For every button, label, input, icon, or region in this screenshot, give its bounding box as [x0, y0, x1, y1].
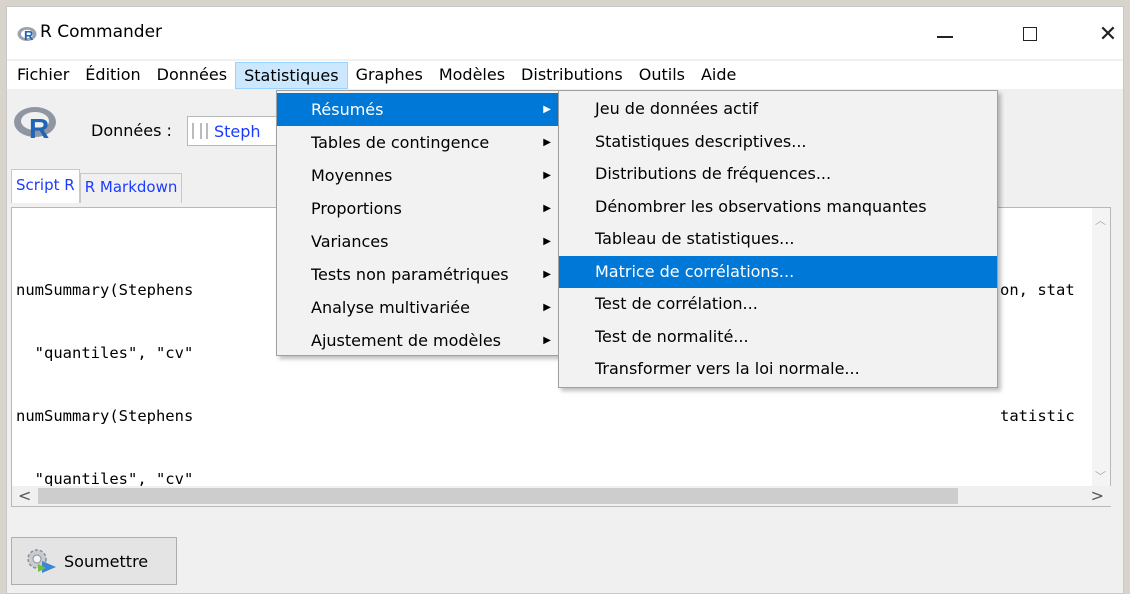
menu-item-label: Analyse multivariée — [311, 298, 470, 317]
menu-item-tests-non-parametriques[interactable]: Tests non paramétriques ▶ — [277, 258, 559, 291]
minimize-button[interactable] — [922, 17, 968, 51]
statistiques-menu: Résumés ▶ Tables de contingence ▶ Moyenn… — [276, 90, 560, 356]
submenu-arrow-icon: ▶ — [543, 170, 551, 181]
tab-r-markdown[interactable]: R Markdown — [79, 173, 183, 203]
close-icon: ✕ — [1098, 21, 1118, 47]
menu-outils[interactable]: Outils — [631, 62, 693, 89]
horizontal-scrollbar[interactable]: < > — [12, 486, 1112, 506]
tab-script-r[interactable]: Script R — [11, 169, 80, 203]
menu-item-label: Résumés — [311, 100, 384, 119]
menu-item-tableau-de-statistiques[interactable]: Tableau de statistiques... — [559, 223, 997, 256]
menu-item-ajustement-de-modeles[interactable]: Ajustement de modèles ▶ — [277, 324, 559, 357]
r-app-icon: R — [17, 27, 37, 42]
submenu-arrow-icon: ▶ — [543, 104, 551, 115]
menu-item-analyse-multivariee[interactable]: Analyse multivariée ▶ — [277, 291, 559, 324]
menu-fichier[interactable]: Fichier — [9, 62, 77, 89]
menu-item-label: Proportions — [311, 199, 402, 218]
vertical-scrollbar[interactable]: ︿ ﹀ — [1092, 208, 1110, 488]
submenu-arrow-icon: ▶ — [543, 203, 551, 214]
submit-label: Soumettre — [64, 551, 149, 571]
menu-item-jeu-de-donnees-actif[interactable]: Jeu de données actif — [559, 93, 997, 126]
code-line: "quantiles", "cv" — [16, 344, 194, 362]
scroll-up-icon[interactable]: ︿ — [1095, 212, 1106, 228]
code-line: tatistic — [1000, 407, 1075, 425]
menu-bar: Fichier Édition Données Statistiques Gra… — [7, 61, 1123, 89]
menu-item-denombrer-observations-manquantes[interactable]: Dénombrer les observations manquantes — [559, 191, 997, 224]
scroll-left-icon[interactable]: < — [18, 486, 31, 505]
submit-button[interactable]: Soumettre — [11, 537, 177, 585]
submenu-arrow-icon: ▶ — [543, 236, 551, 247]
menu-modeles[interactable]: Modèles — [431, 62, 513, 89]
scroll-down-icon[interactable]: ﹀ — [1095, 468, 1106, 484]
table-icon — [192, 123, 208, 139]
dataset-value: Steph — [214, 121, 261, 141]
code-line: on, stat — [1000, 281, 1075, 299]
code-lines-right: on, stat tatistic — [1000, 238, 1075, 511]
menu-item-label: Tests non paramétriques — [311, 265, 509, 284]
editor-tabs: Script R R Markdown — [11, 167, 183, 203]
menu-item-moyennes[interactable]: Moyennes ▶ — [277, 159, 559, 192]
minimize-icon — [937, 36, 953, 38]
submenu-arrow-icon: ▶ — [543, 302, 551, 313]
maximize-icon — [1023, 27, 1037, 41]
menu-item-label: Variances — [311, 232, 389, 251]
scroll-right-icon[interactable]: > — [1091, 486, 1104, 505]
menu-item-distributions-de-frequences[interactable]: Distributions de fréquences... — [559, 158, 997, 191]
menu-item-label: Ajustement de modèles — [311, 331, 501, 350]
menu-distributions[interactable]: Distributions — [513, 62, 631, 89]
gear-run-icon — [27, 549, 56, 573]
submenu-arrow-icon: ▶ — [543, 137, 551, 148]
menu-item-variances[interactable]: Variances ▶ — [277, 225, 559, 258]
menu-item-proportions[interactable]: Proportions ▶ — [277, 192, 559, 225]
code-line: numSummary(Stephens — [16, 407, 194, 425]
svg-text:R: R — [24, 28, 34, 42]
menu-graphes[interactable]: Graphes — [348, 62, 431, 89]
r-logo-icon: R — [14, 107, 56, 141]
svg-text:R: R — [29, 113, 49, 141]
menu-item-label: Tables de contingence — [311, 133, 490, 152]
close-button[interactable]: ✕ — [1085, 17, 1130, 51]
menu-donnees[interactable]: Données — [149, 62, 235, 89]
horizontal-scroll-thumb[interactable] — [38, 488, 958, 504]
menu-item-statistiques-descriptives[interactable]: Statistiques descriptives... — [559, 126, 997, 159]
menu-item-resumes[interactable]: Résumés ▶ — [277, 93, 559, 126]
menu-item-tables-de-contingence[interactable]: Tables de contingence ▶ — [277, 126, 559, 159]
maximize-button[interactable] — [1007, 17, 1053, 51]
menu-item-label: Moyennes — [311, 166, 393, 185]
menu-item-transformer-vers-loi-normale[interactable]: Transformer vers la loi normale... — [559, 353, 997, 386]
window-title: R Commander — [40, 22, 163, 42]
menu-item-test-de-correlation[interactable]: Test de corrélation... — [559, 288, 997, 321]
menu-item-test-de-normalite[interactable]: Test de normalité... — [559, 321, 997, 354]
dataset-label: Données : — [91, 121, 172, 140]
menu-aide[interactable]: Aide — [693, 62, 744, 89]
menu-edition[interactable]: Édition — [77, 62, 148, 89]
title-bar: R R Commander ✕ — [7, 7, 1123, 59]
menu-statistiques[interactable]: Statistiques — [235, 61, 348, 89]
resumes-submenu: Jeu de données actif Statistiques descri… — [558, 90, 998, 388]
code-line: numSummary(Stephens — [16, 281, 194, 299]
submenu-arrow-icon: ▶ — [543, 335, 551, 346]
submenu-arrow-icon: ▶ — [543, 269, 551, 280]
menu-item-matrice-de-correlations[interactable]: Matrice de corrélations... — [559, 255, 997, 288]
